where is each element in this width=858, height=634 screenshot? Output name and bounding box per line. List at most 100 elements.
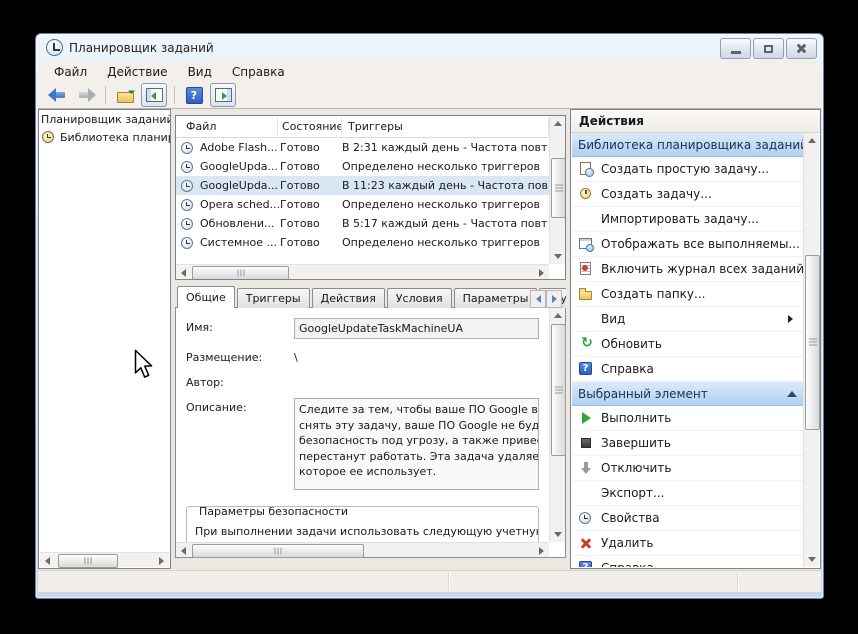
tree-item[interactable]: Планировщик заданий ( <box>39 110 170 128</box>
action-item[interactable]: Экспорт... <box>572 481 803 506</box>
action-item-label: Создать папку... <box>601 287 705 301</box>
scroll-down-icon[interactable] <box>550 527 565 542</box>
status-separator <box>737 573 738 590</box>
scroll-down-icon[interactable] <box>804 552 819 567</box>
task-file: GoogleUpda... <box>200 160 280 173</box>
task-triggers: В 5:17 каждый день - Частота повт <box>342 217 549 230</box>
actions-group-header-label: Библиотека планировщика заданий <box>578 138 803 152</box>
show-console-tree-button[interactable] <box>141 83 167 107</box>
task-list-header: Файл Состояние Триггеры <box>176 116 549 138</box>
menu-item[interactable]: Действие <box>97 63 177 81</box>
action-item[interactable]: Справка <box>572 357 803 382</box>
actions-vscroll-thumb[interactable] <box>805 255 820 431</box>
tab[interactable]: Действия <box>312 288 385 308</box>
task-row[interactable]: GoogleUpda... Готово В 11:23 каждый день… <box>176 176 549 195</box>
action-item[interactable]: Отключить <box>572 456 803 481</box>
tree-item[interactable]: Библиотека планиров <box>39 128 170 146</box>
scroll-up-icon[interactable] <box>804 133 819 148</box>
task-triggers: Определено несколько триггеров <box>342 236 549 249</box>
name-field[interactable]: GoogleUpdateTaskMachineUA <box>294 318 539 339</box>
menu-item[interactable]: Справка <box>222 63 295 81</box>
task-row[interactable]: Системное ... Готово Определено нескольк… <box>176 233 549 252</box>
close-button[interactable] <box>786 38 817 59</box>
scroll-up-icon[interactable] <box>550 308 565 323</box>
task-row[interactable]: GoogleUpda... Готово Определено нескольк… <box>176 157 549 176</box>
action-item-label: Справка <box>601 561 654 567</box>
details-vscroll-thumb[interactable] <box>551 324 566 456</box>
display-running-tasks-icon <box>578 236 594 252</box>
open-folder-button[interactable] <box>113 84 137 106</box>
column-header-state[interactable]: Состояние <box>278 118 342 135</box>
task-triggers: Определено несколько триггеров <box>342 198 549 211</box>
details-horizontal-scrollbar[interactable] <box>176 542 549 557</box>
action-item-label: Создать простую задачу... <box>601 162 769 176</box>
task-file: Обновлени... <box>200 217 280 230</box>
action-item[interactable]: Свойства <box>572 506 803 531</box>
tree-horizontal-scrollbar[interactable] <box>40 552 169 567</box>
action-item[interactable]: Справка <box>572 556 803 567</box>
back-button[interactable] <box>46 84 70 106</box>
tab-scroll-left-icon[interactable] <box>530 290 546 308</box>
scroll-down-icon[interactable] <box>550 249 565 264</box>
menu-item[interactable]: Вид <box>178 63 222 81</box>
action-item-label: Обновить <box>601 337 662 351</box>
actions-group-header-library[interactable]: Библиотека планировщика заданий <box>572 133 803 157</box>
task-clock-icon <box>180 197 196 213</box>
status-bar <box>38 570 821 592</box>
scroll-left-icon[interactable] <box>40 553 55 568</box>
scroll-left-icon[interactable] <box>176 543 191 558</box>
action-item[interactable]: Обновить <box>572 332 803 357</box>
task-library-icon <box>41 129 57 145</box>
console-tree-pane: Планировщик заданий ( Библиотека планиро… <box>38 109 171 569</box>
task-row[interactable]: Adobe Flash... Готово В 2:31 каждый день… <box>176 138 549 157</box>
forward-button[interactable] <box>74 84 98 106</box>
action-item-label: Вид <box>601 312 625 326</box>
task-list-horizontal-scrollbar[interactable] <box>176 264 549 279</box>
details-vertical-scrollbar[interactable] <box>549 308 565 542</box>
restore-button[interactable] <box>753 38 784 59</box>
task-clock-icon <box>180 159 196 175</box>
actions-vertical-scrollbar[interactable] <box>803 133 819 567</box>
action-item[interactable]: Завершить <box>572 431 803 456</box>
scroll-left-icon[interactable] <box>176 265 191 280</box>
action-item[interactable]: Отображать все выполняемы... <box>572 232 803 257</box>
tab[interactable]: Условия <box>387 288 452 308</box>
task-list-vertical-scrollbar[interactable] <box>549 116 565 264</box>
tab[interactable]: Параметры <box>454 288 538 308</box>
scroll-right-icon[interactable] <box>534 265 549 280</box>
author-label: Автор: <box>186 373 294 389</box>
task-list-hscroll-thumb[interactable] <box>192 266 289 280</box>
tree-hscroll-thumb[interactable] <box>58 554 118 568</box>
action-item[interactable]: Включить журнал всех заданий <box>572 257 803 282</box>
scroll-right-icon[interactable] <box>534 543 549 558</box>
scroll-up-icon[interactable] <box>550 116 565 131</box>
column-header-triggers[interactable]: Триггеры <box>342 118 549 135</box>
scroll-right-icon[interactable] <box>154 553 169 568</box>
create-basic-task-icon <box>578 161 594 177</box>
menu-item[interactable]: Файл <box>44 63 97 81</box>
titlebar[interactable]: Планировщик заданий <box>36 34 823 61</box>
show-action-pane-button[interactable] <box>210 83 236 107</box>
task-list-vscroll-thumb[interactable] <box>551 158 566 218</box>
description-field[interactable]: Следите за тем, чтобы ваше ПО Google в с… <box>294 398 539 490</box>
tab[interactable]: Общие <box>177 286 235 308</box>
tab-scroll-right-icon[interactable] <box>546 290 562 308</box>
details-hscroll-thumb[interactable] <box>192 544 364 558</box>
column-header-file[interactable]: Файл <box>176 118 278 135</box>
action-item[interactable]: Создать задачу... <box>572 182 803 207</box>
help-button[interactable]: ? <box>182 84 206 106</box>
action-item[interactable]: Выполнить <box>572 406 803 431</box>
task-row[interactable]: Обновлени... Готово В 5:17 каждый день -… <box>176 214 549 233</box>
actions-pane: Действия Библиотека планировщика заданий… <box>570 109 821 569</box>
action-item[interactable]: Импортировать задачу... <box>572 207 803 232</box>
action-item[interactable]: Создать простую задачу... <box>572 157 803 182</box>
actions-group-header-selected-item[interactable]: Выбранный элемент <box>572 382 803 406</box>
action-item[interactable]: Вид <box>572 307 803 332</box>
action-item[interactable]: Создать папку... <box>572 282 803 307</box>
task-row[interactable]: Opera sched... Готово Определено несколь… <box>176 195 549 214</box>
tab[interactable]: Триггеры <box>237 288 310 308</box>
action-item[interactable]: Удалить <box>572 531 803 556</box>
minimize-button[interactable] <box>720 38 751 59</box>
task-list: Файл Состояние Триггеры Adobe Flash... Г… <box>175 115 566 280</box>
tab-scroll-arrows <box>530 290 562 308</box>
